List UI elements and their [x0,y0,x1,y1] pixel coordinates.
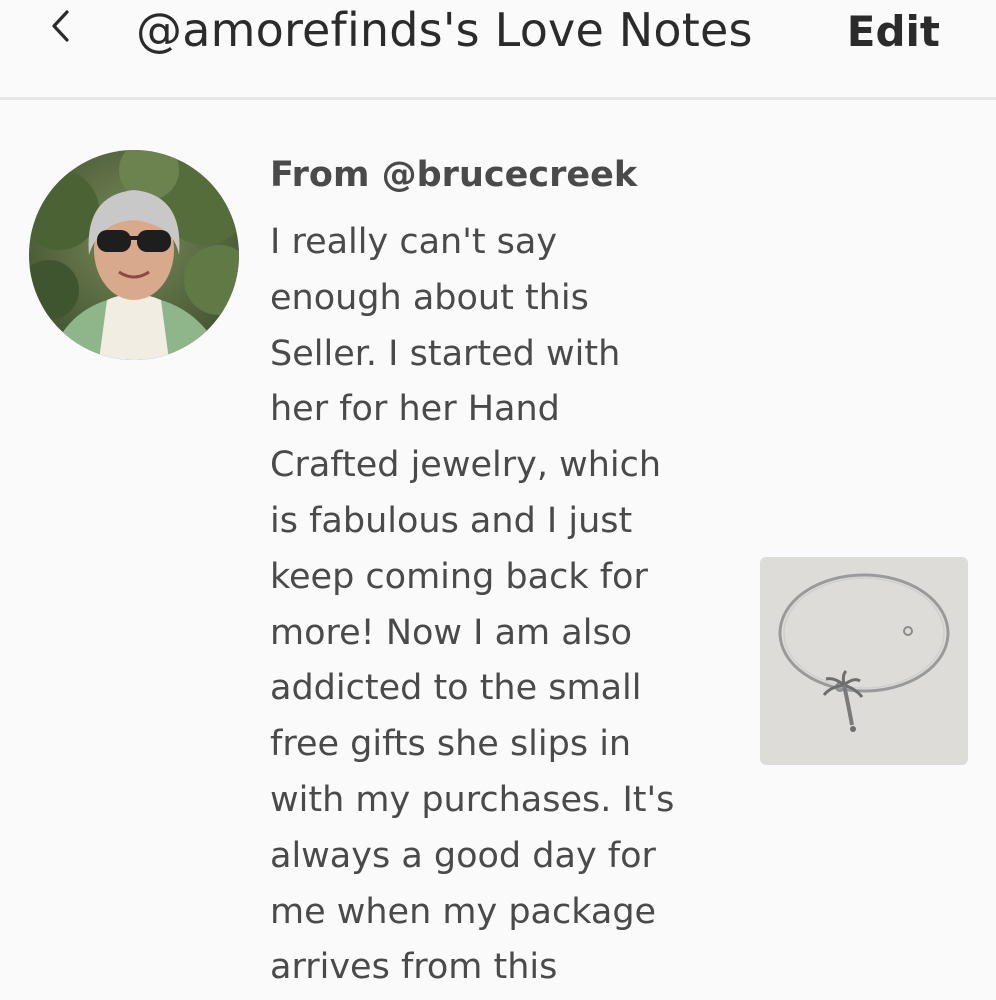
avatar[interactable] [29,150,239,360]
message-line: arrives from this [270,947,558,988]
message-line: free gifts she slips in [270,724,632,765]
message-line: keep coming back for [270,556,648,597]
avatar-photo [29,150,239,360]
message-line: with my purchases. It's [270,779,675,820]
message-line: Crafted jewelry, which [270,445,662,486]
message-line: her for her Hand [270,389,560,430]
edit-button[interactable]: Edit [847,6,940,58]
message-line: I really can't say [270,222,558,262]
message-line: always a good day for [270,835,656,876]
listing-thumbnail[interactable] [760,557,968,765]
back-button[interactable] [40,4,84,48]
message-line: enough about this [270,277,589,318]
bracelet-photo [760,557,968,765]
message-line: is fabulous and I just [270,500,633,541]
message-line: addicted to the small [270,668,642,709]
love-note: From @brucecreek I really can't say enou… [0,103,996,1000]
top-bar: @amorefinds's Love Notes Edit [0,0,996,100]
from-line: From @brucecreek [270,155,638,195]
page-title: @amorefinds's Love Notes [136,3,753,57]
message-line: more! Now I am also [270,612,633,653]
chevron-left-icon [52,10,69,42]
message-line: Seller. I started with [270,333,621,374]
message-line: me when my package [270,891,657,932]
note-message: I really can't say enough about this Sel… [270,215,720,996]
